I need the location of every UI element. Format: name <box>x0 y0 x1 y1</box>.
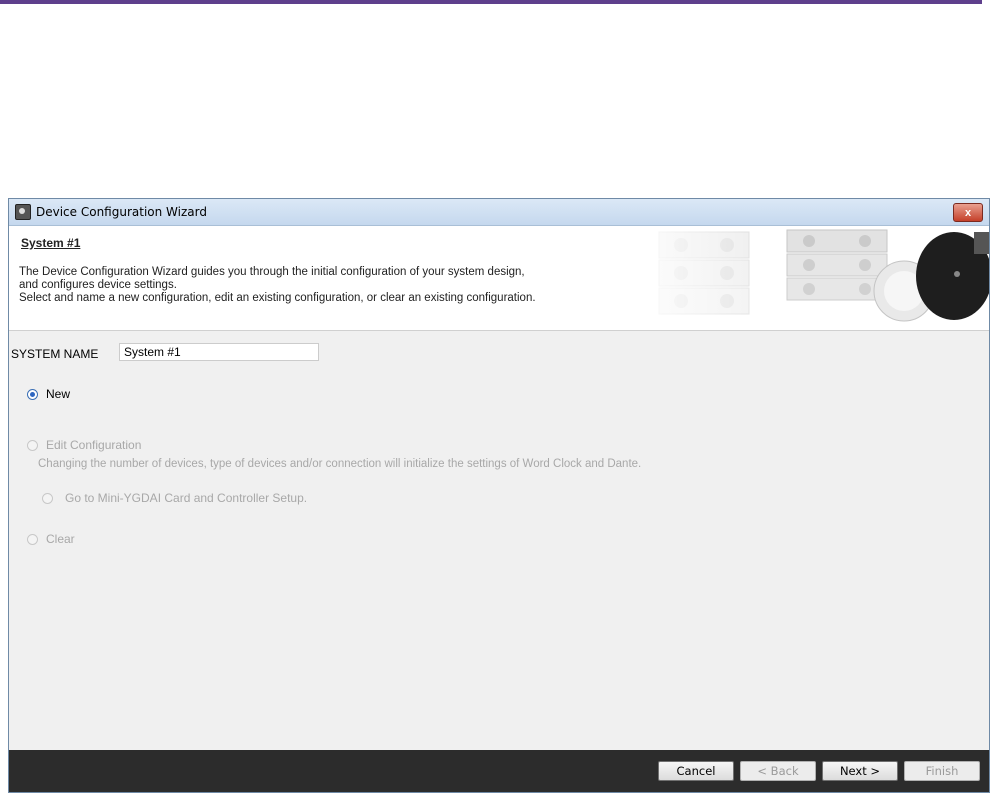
wizard-window: Device Configuration Wizard x System #1 … <box>8 198 990 793</box>
banner-line-2: and configures device settings. <box>19 279 177 291</box>
clear-radio[interactable] <box>27 533 38 545</box>
new-label: New <box>46 387 71 401</box>
window-title: Device Configuration Wizard <box>36 205 207 219</box>
finish-button[interactable]: Finish <box>904 761 980 781</box>
option-new[interactable]: New <box>27 387 70 401</box>
app-icon <box>15 204 31 220</box>
system-name-input[interactable] <box>119 343 319 361</box>
edit-configuration-radio[interactable] <box>27 439 38 451</box>
new-radio[interactable] <box>27 388 38 400</box>
next-button[interactable]: Next > <box>822 761 898 781</box>
wizard-banner: System #1 The Device Configuration Wizar… <box>9 226 989 331</box>
banner-heading: System #1 <box>21 236 81 250</box>
title-bar[interactable]: Device Configuration Wizard x <box>9 199 989 226</box>
cancel-button[interactable]: Cancel <box>658 761 734 781</box>
wizard-footer: Cancel < Back Next > Finish <box>9 750 989 792</box>
option-mini-ygdai[interactable]: Go to Mini-YGDAI Card and Controller Set… <box>42 491 307 505</box>
option-edit-configuration[interactable]: Edit Configuration <box>27 438 141 452</box>
edit-configuration-label: Edit Configuration <box>46 438 142 452</box>
close-button[interactable]: x <box>953 203 983 222</box>
clear-label: Clear <box>46 532 75 546</box>
banner-line-1: The Device Configuration Wizard guides y… <box>19 266 525 278</box>
mini-ygdai-radio[interactable] <box>42 492 53 504</box>
edit-configuration-note: Changing the number of devices, type of … <box>38 458 642 470</box>
back-button[interactable]: < Back <box>740 761 816 781</box>
mini-ygdai-label: Go to Mini-YGDAI Card and Controller Set… <box>65 491 308 505</box>
system-name-label: SYSTEM NAME <box>11 347 99 361</box>
banner-device-illustration <box>619 226 989 330</box>
banner-description: The Device Configuration Wizard guides y… <box>19 266 536 305</box>
wizard-content: SYSTEM NAME New Edit Configuration Chang… <box>9 331 989 755</box>
option-clear[interactable]: Clear <box>27 532 75 546</box>
banner-line-3: Select and name a new configuration, edi… <box>19 292 536 304</box>
top-accent-bar <box>0 0 982 4</box>
